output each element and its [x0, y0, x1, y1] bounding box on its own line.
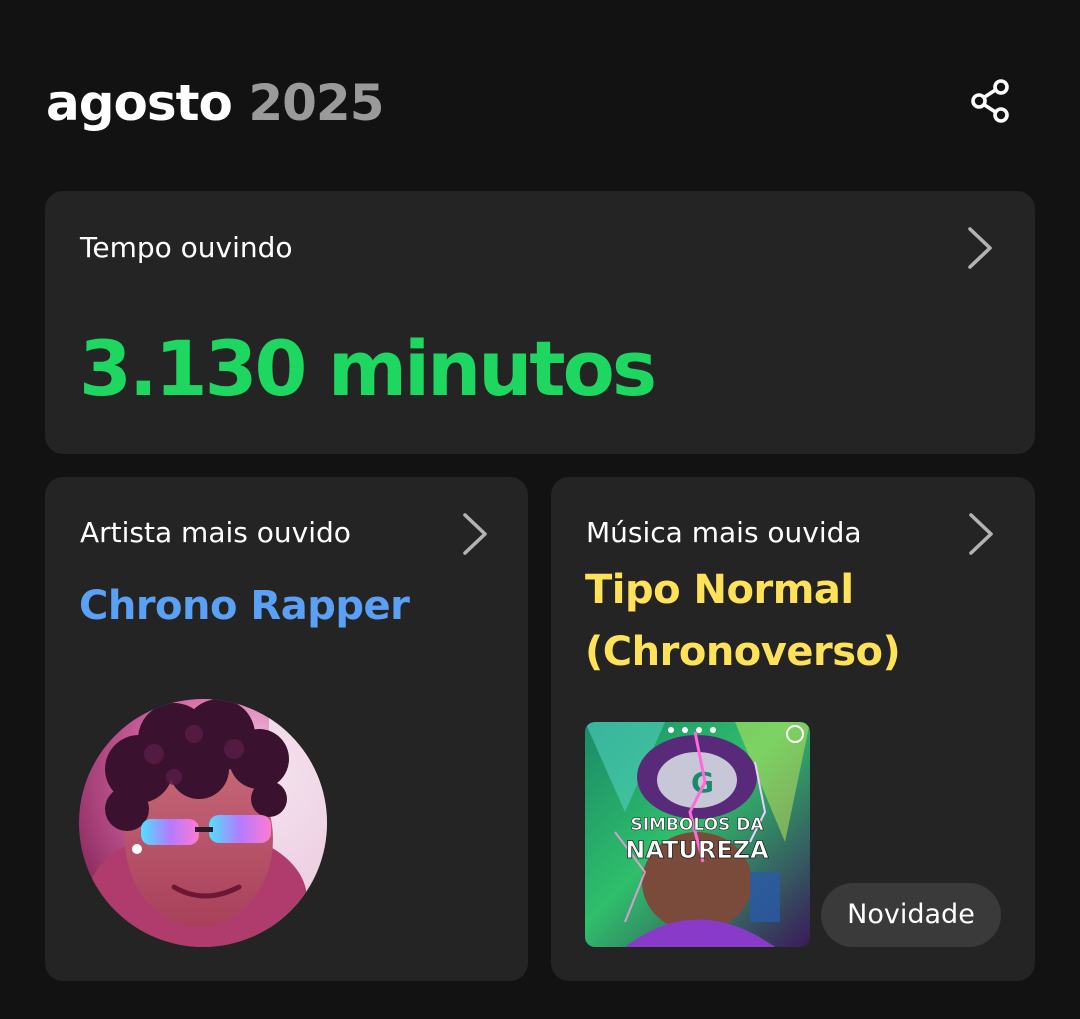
year-label: 2025 — [248, 74, 384, 132]
listening-time-label: Tempo ouvindo — [80, 231, 293, 264]
top-song-title: Tipo Normal (Chronoverso) — [585, 567, 901, 675]
share-icon — [971, 79, 1009, 123]
listening-time-card[interactable]: Tempo ouvindo 3.130 minutos — [45, 191, 1035, 454]
top-artist-name: Chrono Rapper — [79, 583, 410, 629]
chevron-right-icon — [463, 513, 487, 555]
chevron-right-icon — [968, 227, 992, 269]
top-song-label: Música mais ouvida — [586, 516, 862, 549]
cover-text-line2: NATUREZA — [625, 836, 769, 864]
top-artist-card[interactable]: Artista mais ouvido Chrono Rapper — [45, 477, 528, 981]
chevron-right-icon — [969, 513, 993, 555]
wrapped-month-screen: agosto 2025 Tempo ouvindo 3.130 minutos … — [0, 0, 1080, 1019]
artist-avatar — [79, 699, 327, 947]
new-release-badge: Novidade — [821, 883, 1001, 947]
listening-time-value: 3.130 minutos — [79, 324, 657, 413]
album-cover: G SIMBOLOS DA NATUREZA — [585, 722, 810, 947]
top-artist-label: Artista mais ouvido — [80, 516, 351, 549]
month-label: agosto — [46, 74, 233, 132]
top-song-card[interactable]: Música mais ouvida Tipo Normal (Chronove… — [551, 477, 1035, 981]
cover-text-line1: SIMBOLOS DA — [630, 815, 764, 835]
page-title: agosto 2025 — [46, 68, 385, 138]
share-button[interactable] — [962, 72, 1020, 130]
